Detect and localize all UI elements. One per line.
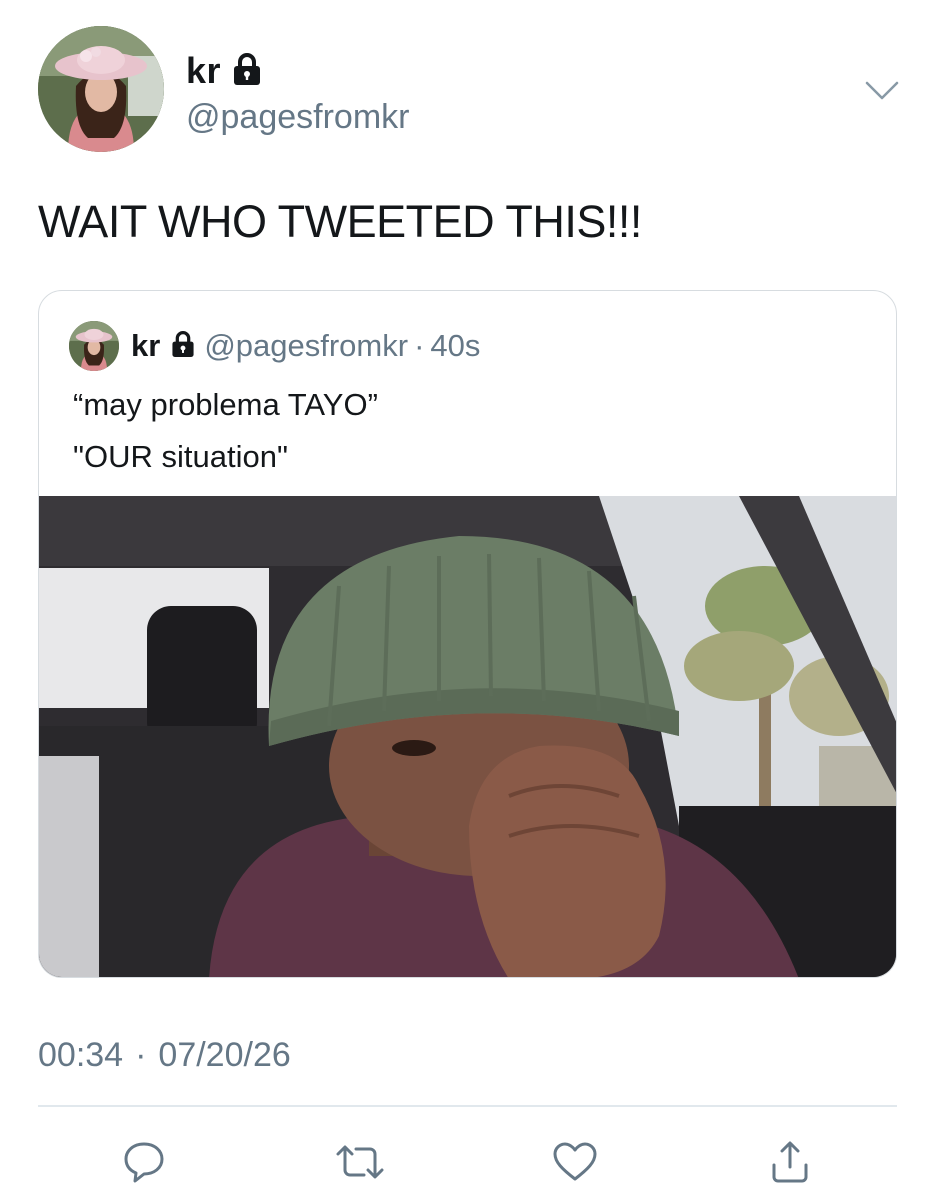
quoted-separator: · (414, 328, 425, 363)
like-button[interactable] (545, 1132, 605, 1192)
quoted-tweet-age: 40s (430, 328, 481, 363)
quoted-tweet-line: “may problema TAYO” (73, 387, 378, 422)
retweet-icon (336, 1145, 384, 1179)
avatar-photo (38, 26, 164, 152)
author-handle[interactable]: @pagesfromkr (186, 98, 409, 137)
author-display-name[interactable]: kr (186, 50, 221, 92)
author-name-row[interactable]: kr (186, 50, 263, 92)
quoted-author-avatar (69, 321, 119, 371)
lock-icon (231, 52, 263, 91)
quoted-tweet-media[interactable] (39, 496, 896, 977)
reply-button[interactable] (114, 1132, 174, 1192)
quoted-author-handle: @pagesfromkr (204, 328, 409, 363)
quoted-tweet[interactable]: kr @pagesfromkr · 40s “may problema TAYO… (38, 290, 897, 978)
reply-icon (124, 1142, 164, 1183)
tweet-timestamp[interactable]: 00:34 · 07/20/26 (38, 1036, 291, 1075)
timestamp-separator: · (135, 1036, 147, 1074)
chevron-down-icon[interactable] (864, 80, 900, 107)
share-button[interactable] (760, 1132, 820, 1192)
share-icon (772, 1141, 808, 1183)
divider (38, 1105, 897, 1107)
heart-icon (553, 1142, 597, 1181)
retweet-button[interactable] (330, 1132, 390, 1192)
timestamp-time: 00:34 (38, 1036, 124, 1074)
lock-icon (170, 330, 196, 363)
tweet-actions (0, 1132, 935, 1192)
tweet-header: kr @pagesfromkr (38, 26, 908, 156)
quoted-author-display-name: kr (131, 328, 161, 363)
quoted-tweet-header: kr @pagesfromkr · 40s (69, 319, 480, 373)
meme-photo (39, 496, 896, 977)
quoted-tweet-line: "OUR situation" (73, 439, 288, 474)
timestamp-date: 07/20/26 (158, 1036, 291, 1074)
author-avatar[interactable] (38, 26, 164, 152)
tweet-text: WAIT WHO TWEETED THIS!!! (38, 196, 642, 247)
